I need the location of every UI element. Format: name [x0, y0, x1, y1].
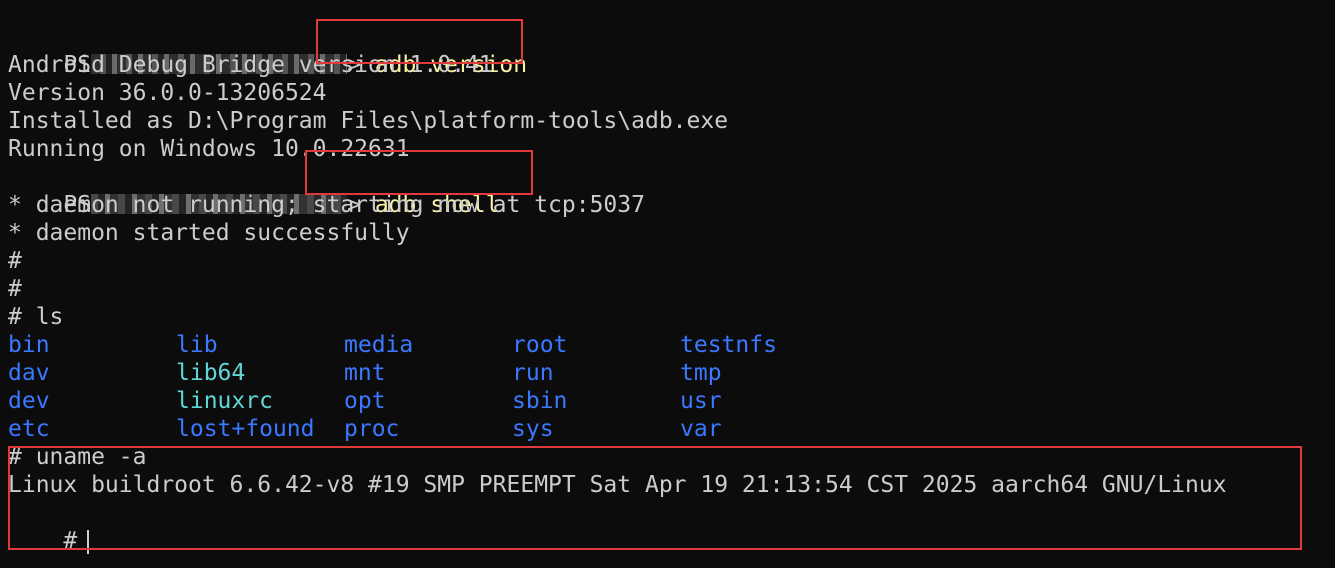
ls-entry-dir: sbin [512, 388, 568, 414]
ls-entry-dir: proc [344, 416, 400, 442]
output-daemon-starting: * daemon not running; starting now at tc… [8, 192, 645, 218]
shell-prompt-empty: # [8, 276, 22, 302]
ls-entry-dir: var [680, 416, 722, 442]
ls-entry-dir: opt [344, 388, 386, 414]
ls-entry-dir: testnfs [680, 332, 777, 358]
ls-entry-dir: dev [8, 388, 50, 414]
ls-entry-symlink: linuxrc [176, 388, 273, 414]
shell-command-ls: # ls [8, 304, 64, 330]
ls-entry-dir: lib [176, 332, 218, 358]
ls-entry-dir: tmp [680, 360, 722, 386]
terminal-window[interactable]: PS > adb version Android Debug Bridge ver… [0, 0, 1335, 568]
output-uname: Linux buildroot 6.6.42-v8 #19 SMP PREEMP… [8, 472, 1227, 498]
prompt-line-adb-shell: PS > adb shell [8, 163, 499, 218]
shell-prompt-active[interactable]: # [8, 499, 90, 554]
ls-row: dev linuxrc opt sbin usr [8, 387, 1008, 415]
ls-entry-dir: run [512, 360, 554, 386]
shell-prompt-empty: # [8, 248, 22, 274]
output-version: Version 36.0.0-13206524 [8, 80, 327, 106]
output-installed: Installed as D:\Program Files\platform-t… [8, 108, 729, 134]
ls-entry-dir: etc [8, 416, 50, 442]
ls-entry-dir: media [344, 332, 414, 358]
prompt-line-adb-version: PS > adb version [8, 23, 527, 78]
ls-entry-dir: sys [512, 416, 554, 442]
ls-entry-symlink: lib64 [176, 360, 246, 386]
ls-row: bin lib media root testnfs [8, 331, 1008, 359]
shell-prompt-symbol: # [63, 528, 78, 554]
output-daemon-started: * daemon started successfully [8, 220, 410, 246]
ls-row: etc lost+found proc sys var [8, 415, 1008, 443]
ls-entry-dir: lost+found [176, 416, 315, 442]
ls-entry-dir: usr [680, 388, 722, 414]
output-running: Running on Windows 10.0.22631 [8, 136, 410, 162]
text-cursor [87, 529, 90, 554]
shell-command-uname: # uname -a [8, 444, 147, 470]
ls-entry-dir: root [512, 332, 568, 358]
ls-entry-dir: bin [8, 332, 50, 358]
ls-entry-dir: mnt [344, 360, 386, 386]
ls-row: dav lib64 mnt run tmp [8, 359, 1008, 387]
output-adb-version: Android Debug Bridge version 1.0.41 [8, 52, 493, 78]
ls-entry-dir: dav [8, 360, 50, 386]
